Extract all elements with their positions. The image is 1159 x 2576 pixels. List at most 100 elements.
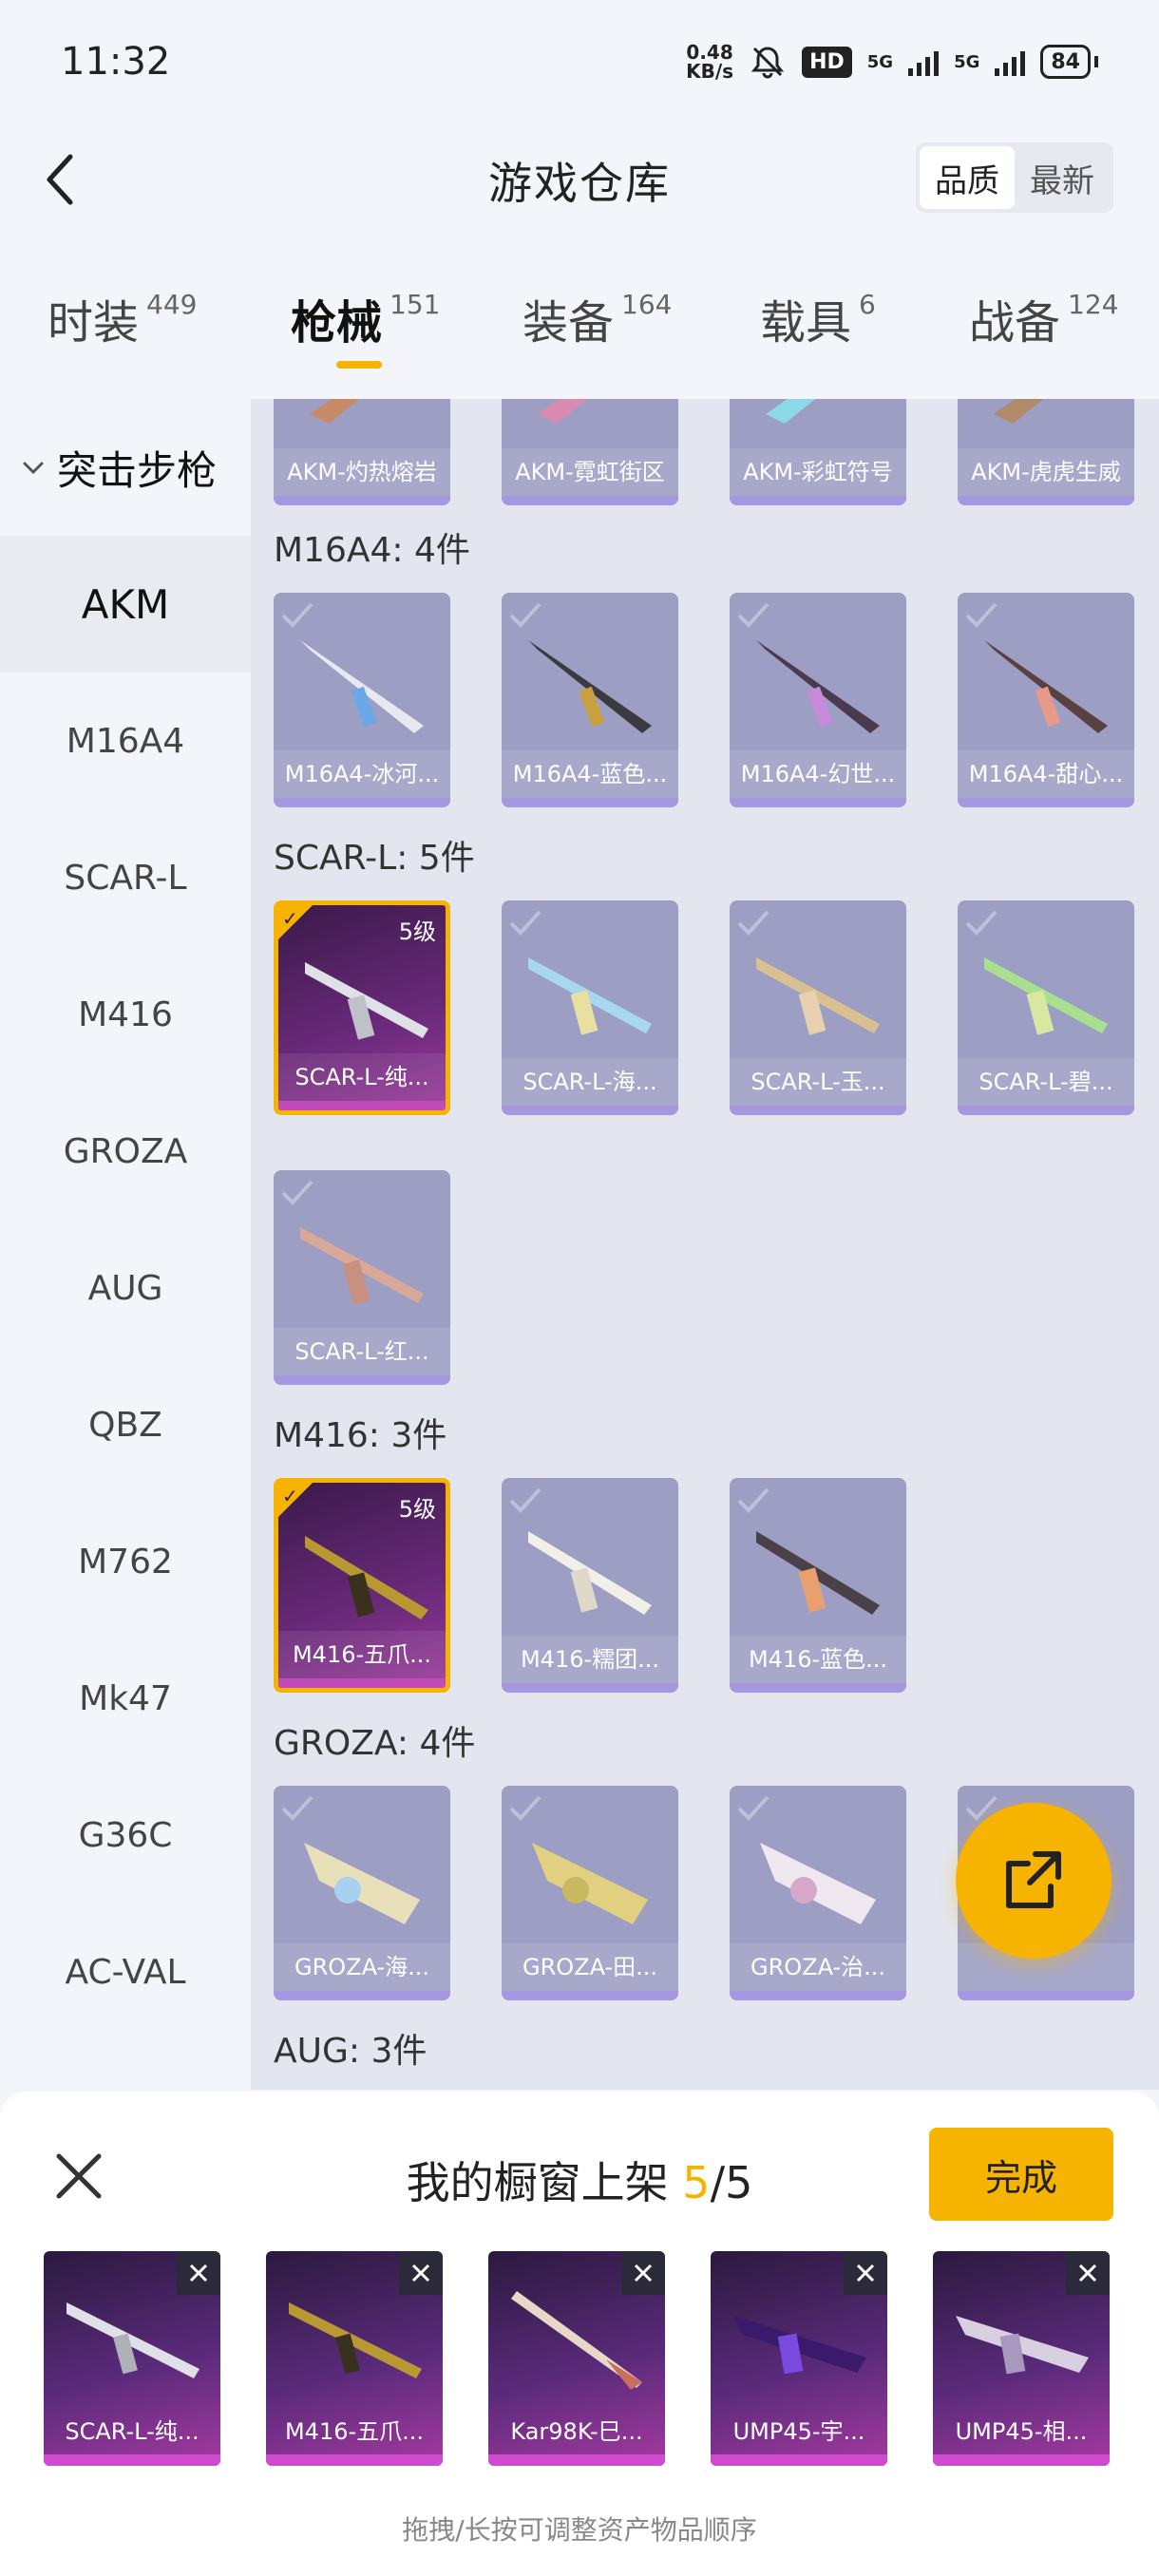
weapon-card[interactable]: AKM-虎虎生威 — [958, 399, 1134, 505]
sidebar-item-m416[interactable]: M416 — [0, 946, 251, 1083]
check-icon: ✓ — [282, 1485, 298, 1507]
rifle-icon — [511, 2291, 642, 2390]
showcase-item[interactable]: UMP45-宇... — [711, 2251, 887, 2466]
rarity-bar — [274, 1991, 450, 2000]
rifle-icon — [528, 957, 652, 1035]
sidebar-item-aug[interactable]: AUG — [0, 1220, 251, 1356]
rarity-bar — [502, 1683, 678, 1693]
rarity-bar — [958, 496, 1134, 505]
showcase-current-count: 5 — [682, 2157, 711, 2208]
weapon-card[interactable]: SCAR-L-玉... — [730, 900, 906, 1115]
rarity-bar — [730, 496, 906, 505]
hd-badge: HD — [802, 46, 852, 78]
rifle-icon — [528, 1531, 652, 1615]
rifle-icon — [532, 1843, 648, 1924]
group-title-m16a4: M16A4: 4件 — [274, 531, 470, 570]
rarity-bar — [274, 496, 450, 505]
tab-supplies[interactable]: 战备 124 — [969, 285, 1118, 351]
rarity-bar — [730, 1991, 906, 2000]
rarity-bar — [730, 1683, 906, 1693]
rifle-icon — [304, 1843, 420, 1924]
weapon-card-selected[interactable]: ✓ 5级 SCAR-L-纯... — [274, 900, 450, 1115]
signal-icon — [995, 47, 1026, 76]
rifle-icon — [300, 640, 424, 733]
weapon-card-selected[interactable]: ✓ 5级 M416-五爪... — [274, 1478, 450, 1693]
rifle-icon — [528, 640, 652, 733]
sidebar-item-mk47[interactable]: Mk47 — [0, 1630, 251, 1767]
rarity-bar — [730, 1106, 906, 1115]
rifle-icon — [289, 2302, 422, 2378]
weapon-card[interactable]: M16A4-幻世... — [730, 593, 906, 807]
showcase-item[interactable]: UMP45-相... — [933, 2251, 1110, 2466]
rarity-bar — [933, 2454, 1110, 2466]
rarity-bar — [274, 798, 450, 807]
rarity-bar — [502, 496, 678, 505]
rarity-bar — [266, 2454, 443, 2466]
share-button[interactable] — [956, 1803, 1112, 1959]
weapon-card[interactable]: AKM-彩虹符号 — [730, 399, 906, 505]
weapon-card[interactable]: M416-糯团... — [502, 1478, 678, 1693]
group-title-groza: GROZA: 4件 — [274, 1724, 476, 1763]
sort-quality[interactable]: 品质 — [920, 146, 1015, 209]
rarity-bar — [730, 798, 906, 807]
weapon-card[interactable]: GROZA-田... — [502, 1786, 678, 2000]
weapon-card[interactable]: M16A4-甜心... — [958, 593, 1134, 807]
done-button[interactable]: 完成 — [929, 2128, 1113, 2221]
weapon-card[interactable]: SCAR-L-红... — [274, 1170, 450, 1385]
sidebar-item-groza[interactable]: GROZA — [0, 1083, 251, 1220]
rarity-bar — [278, 1678, 446, 1688]
category-header[interactable]: 突击步枪 — [0, 399, 251, 536]
status-bar: 11:32 0.48 KB/s HD 5G 5G 84 — [0, 0, 1159, 123]
sidebar-item-m16a4[interactable]: M16A4 — [0, 672, 251, 809]
sort-latest[interactable]: 最新 — [1015, 146, 1110, 209]
showcase-item[interactable]: Kar98K-巳... — [488, 2251, 665, 2466]
weapon-card[interactable]: SCAR-L-碧... — [958, 900, 1134, 1115]
tab-vehicles[interactable]: 载具 6 — [760, 285, 876, 351]
back-button[interactable] — [28, 146, 95, 213]
rifle-icon — [300, 1227, 424, 1305]
weapon-card[interactable]: GROZA-治... — [730, 1786, 906, 2000]
rarity-bar — [44, 2454, 220, 2466]
rarity-bar — [502, 798, 678, 807]
rarity-bar — [958, 1991, 1134, 2000]
signal-icon — [908, 47, 940, 76]
showcase-item[interactable]: M416-五爪... — [266, 2251, 443, 2466]
weapon-card[interactable]: GROZA-海... — [274, 1786, 450, 2000]
weapon-card[interactable]: SCAR-L-海... — [502, 900, 678, 1115]
sidebar-item-qbz[interactable]: QBZ — [0, 1356, 251, 1493]
rarity-bar — [958, 798, 1134, 807]
weapon-card[interactable]: AKM-霓虹街区 — [502, 399, 678, 505]
rarity-bar — [502, 1106, 678, 1115]
sort-toggle[interactable]: 品质 最新 — [916, 142, 1113, 213]
chevron-down-icon — [23, 462, 44, 475]
tab-indicator — [336, 361, 382, 369]
share-external-icon — [1006, 1851, 1061, 1908]
rifle-icon — [994, 399, 1044, 424]
rifle-icon — [538, 399, 588, 424]
sidebar-item-akm[interactable]: AKM — [0, 536, 251, 672]
weapon-card[interactable]: AKM-灼热熔岩 — [274, 399, 450, 505]
group-title-scar-l: SCAR-L: 5件 — [274, 839, 475, 878]
tab-guns[interactable]: 枪械 151 — [291, 285, 440, 351]
rifle-icon — [756, 1531, 880, 1615]
showcase-item[interactable]: SCAR-L-纯... — [44, 2251, 220, 2466]
sidebar-item-ac-val[interactable]: AC-VAL — [0, 1904, 251, 2040]
rarity-bar — [274, 1375, 450, 1385]
back-arrow-icon — [47, 154, 73, 205]
net-speed: 0.48 KB/s — [686, 41, 734, 83]
weapon-card[interactable]: M16A4-蓝色... — [502, 593, 678, 807]
weapon-card[interactable]: M416-蓝色... — [730, 1478, 906, 1693]
weapon-card[interactable]: M16A4-冰河... — [274, 593, 450, 807]
sidebar-item-m762[interactable]: M762 — [0, 1493, 251, 1630]
rifle-icon — [984, 957, 1108, 1035]
status-icons: 0.48 KB/s HD 5G 5G 84 — [686, 43, 1098, 81]
rifle-icon — [305, 1536, 428, 1619]
tab-equipment[interactable]: 装备 164 — [522, 285, 672, 351]
tab-fashion[interactable]: 时装 449 — [48, 285, 197, 351]
rifle-icon — [305, 962, 428, 1040]
rifle-icon — [756, 957, 880, 1035]
weapon-sidebar: 突击步枪 AKM M16A4 SCAR-L M416 GROZA AUG QBZ… — [0, 399, 251, 2090]
sidebar-item-g36c[interactable]: G36C — [0, 1767, 251, 1904]
sidebar-item-scar-l[interactable]: SCAR-L — [0, 809, 251, 946]
rifle-icon — [310, 399, 360, 424]
